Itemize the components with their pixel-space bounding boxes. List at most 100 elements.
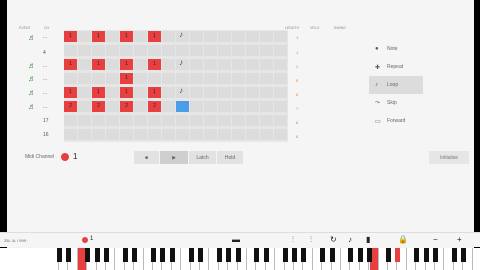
step-cell[interactable]: [260, 87, 273, 98]
step-cell[interactable]: [246, 73, 259, 84]
record-icon[interactable]: [61, 153, 69, 161]
black-key[interactable]: [357, 248, 363, 262]
black-key[interactable]: [254, 248, 260, 262]
step-cell[interactable]: 1: [64, 59, 77, 70]
step-cell[interactable]: 1: [92, 87, 105, 98]
step-cell[interactable]: [232, 87, 245, 98]
levels-icon[interactable]: ▮: [366, 235, 370, 244]
step-cell[interactable]: [246, 115, 259, 126]
step-cell[interactable]: [78, 101, 91, 112]
step-cell[interactable]: [218, 59, 231, 70]
step-cell[interactable]: [218, 45, 231, 56]
step-cell[interactable]: [204, 129, 217, 140]
piano-keyboard[interactable]: [0, 248, 480, 270]
step-cell[interactable]: [162, 101, 175, 112]
initialise-button[interactable]: Initialise: [429, 151, 469, 164]
midi-channel-value[interactable]: 1: [73, 152, 77, 161]
black-key[interactable]: [122, 248, 128, 262]
repeat-button[interactable]: ✚ Repeat: [369, 58, 423, 76]
step-cell[interactable]: [64, 73, 77, 84]
step-cell[interactable]: [204, 87, 217, 98]
sliders-icon[interactable]: ⫶: [310, 235, 312, 245]
step-cell[interactable]: [148, 129, 161, 140]
step-cell[interactable]: [120, 45, 133, 56]
step-cell[interactable]: [92, 115, 105, 126]
black-key[interactable]: [188, 248, 194, 262]
step-cell[interactable]: [246, 31, 259, 42]
step-cell[interactable]: 2: [64, 101, 77, 112]
step-cell[interactable]: [260, 59, 273, 70]
step-cell[interactable]: [232, 101, 245, 112]
note-button[interactable]: ● Note: [369, 40, 423, 58]
step-cell[interactable]: [218, 115, 231, 126]
black-key[interactable]: [263, 248, 269, 262]
black-key[interactable]: [395, 248, 401, 262]
step-cell[interactable]: [134, 73, 147, 84]
step-cell[interactable]: 2: [148, 101, 161, 112]
step-cell[interactable]: [78, 31, 91, 42]
step-cell[interactable]: [204, 45, 217, 56]
black-key[interactable]: [367, 248, 373, 262]
step-cell[interactable]: [64, 45, 77, 56]
step-cell[interactable]: 2: [92, 101, 105, 112]
step-cell[interactable]: [218, 101, 231, 112]
note-icon[interactable]: ♬: [28, 33, 36, 42]
step-cell[interactable]: [148, 45, 161, 56]
step-cell[interactable]: [78, 73, 91, 84]
step-cell[interactable]: 1: [148, 59, 161, 70]
black-key[interactable]: [432, 248, 438, 262]
latch-button[interactable]: Latch: [189, 151, 216, 164]
step-cell[interactable]: [106, 129, 119, 140]
step-cell[interactable]: [190, 59, 203, 70]
step-cell[interactable]: [106, 115, 119, 126]
black-key[interactable]: [235, 248, 241, 262]
step-cell[interactable]: [274, 101, 287, 112]
step-cell[interactable]: [218, 73, 231, 84]
black-key[interactable]: [291, 248, 297, 262]
step-cell[interactable]: [162, 73, 175, 84]
step-cell[interactable]: [120, 129, 133, 140]
step-cell[interactable]: [106, 45, 119, 56]
step-cell[interactable]: [106, 73, 119, 84]
mixer-icon[interactable]: ⫶: [292, 235, 294, 245]
metronome-icon[interactable]: ♪: [348, 235, 352, 244]
step-cell[interactable]: [162, 87, 175, 98]
black-key[interactable]: [56, 248, 62, 262]
step-cell[interactable]: 1: [92, 31, 105, 42]
step-cell[interactable]: [64, 115, 77, 126]
black-key[interactable]: [132, 248, 138, 262]
step-cell[interactable]: [246, 59, 259, 70]
forward-button[interactable]: ▭ Forward: [369, 112, 423, 130]
black-key[interactable]: [301, 248, 307, 262]
step-cell[interactable]: [190, 115, 203, 126]
play-button[interactable]: ▶: [160, 151, 188, 164]
step-cell[interactable]: [218, 129, 231, 140]
step-cell[interactable]: [274, 129, 287, 140]
step-cell[interactable]: 1: [120, 73, 133, 84]
step-cell[interactable]: [78, 115, 91, 126]
step-cell[interactable]: 1: [120, 31, 133, 42]
step-cell[interactable]: [246, 129, 259, 140]
black-key[interactable]: [160, 248, 166, 262]
step-cell[interactable]: [176, 129, 189, 140]
selected-step-cell[interactable]: [176, 101, 189, 112]
step-cell[interactable]: [232, 73, 245, 84]
plus-icon[interactable]: +: [457, 235, 462, 244]
step-cell[interactable]: [260, 73, 273, 84]
step-cell[interactable]: 2: [120, 101, 133, 112]
step-cell[interactable]: [232, 59, 245, 70]
step-cell[interactable]: [134, 59, 147, 70]
step-cell[interactable]: [78, 129, 91, 140]
step-cell[interactable]: [260, 45, 273, 56]
black-key[interactable]: [66, 248, 72, 262]
black-key[interactable]: [414, 248, 420, 262]
loop-icon[interactable]: ↻: [330, 235, 337, 244]
step-cell[interactable]: 1: [64, 31, 77, 42]
black-key[interactable]: [216, 248, 222, 262]
step-cell[interactable]: [274, 31, 287, 42]
black-key[interactable]: [329, 248, 335, 262]
black-key[interactable]: [150, 248, 156, 262]
note-icon[interactable]: ♬: [28, 74, 36, 83]
step-cell[interactable]: [162, 115, 175, 126]
step-cell[interactable]: [176, 45, 189, 56]
